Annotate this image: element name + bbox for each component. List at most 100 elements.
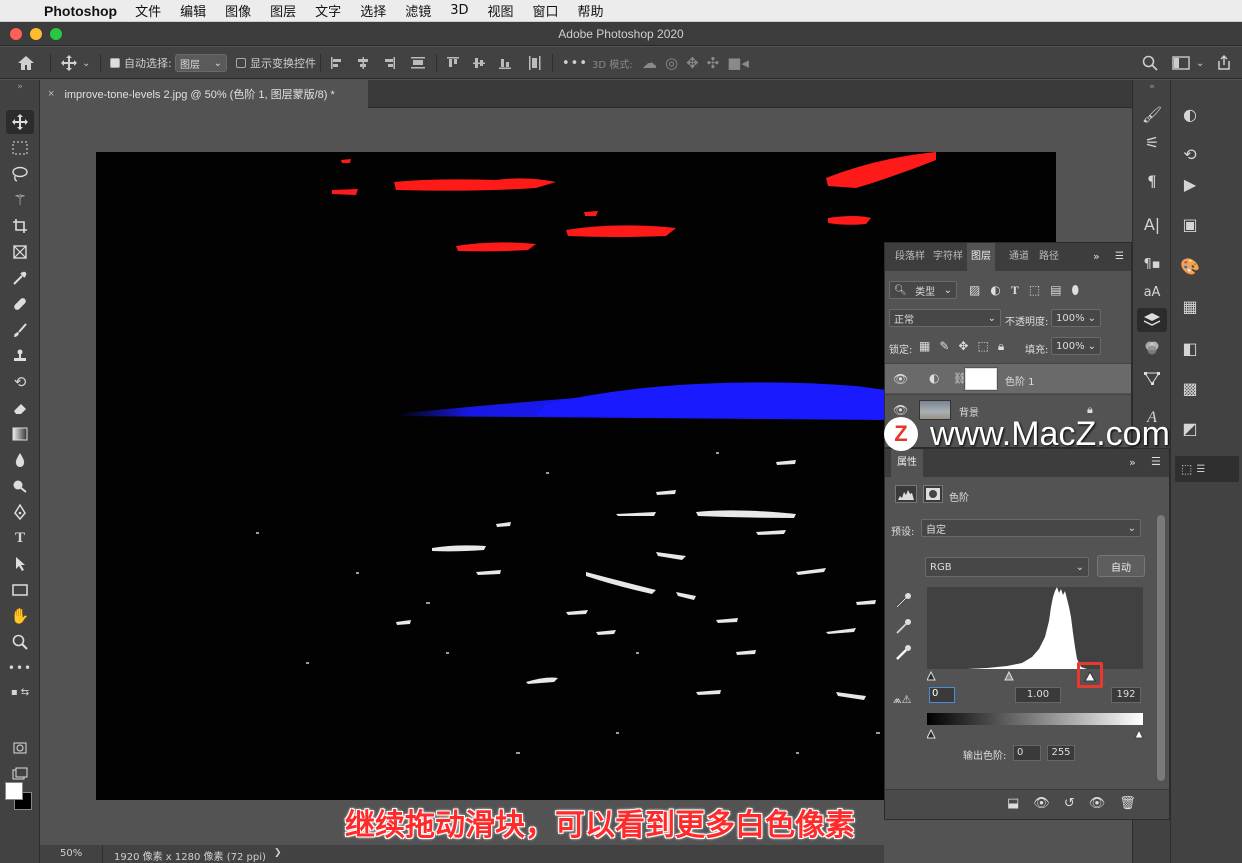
swatches-icon[interactable]: ▦: [1175, 294, 1205, 318]
auto-select-checkbox[interactable]: 自动选择:: [110, 47, 172, 79]
frame-tool-icon[interactable]: [6, 240, 34, 264]
paths-icon[interactable]: [1137, 366, 1167, 390]
libraries-icon[interactable]: ▣: [1175, 212, 1205, 236]
3d-camera-icon[interactable]: ■◂: [727, 54, 749, 72]
hand-tool-icon[interactable]: ✋: [6, 604, 34, 628]
menu-filter[interactable]: 滤镜: [405, 1, 431, 20]
tab-paths[interactable]: 路径: [1035, 243, 1063, 271]
home-icon[interactable]: [16, 47, 36, 79]
delete-adjustment-icon[interactable]: 🗑︎: [1119, 796, 1136, 811]
filter-pixel-icon[interactable]: ▨: [969, 283, 980, 298]
clip-to-layer-icon[interactable]: ⬓: [1007, 796, 1019, 811]
share-icon[interactable]: [1216, 47, 1232, 79]
output-levels-slider[interactable]: [926, 725, 1144, 739]
scrollbar-thumb[interactable]: [1157, 515, 1165, 781]
menu-3d[interactable]: 3D: [450, 3, 468, 18]
panel-overflow-icon[interactable]: »: [1089, 243, 1104, 271]
crop-tool-icon[interactable]: [6, 214, 34, 238]
default-colors-icon[interactable]: ▪ ⇆: [6, 680, 34, 704]
distribute-h-icon[interactable]: [410, 47, 426, 79]
zoom-level[interactable]: 50%: [60, 848, 82, 859]
menu-window[interactable]: 窗口: [533, 1, 559, 20]
tab-layers[interactable]: 图层: [967, 243, 995, 271]
menu-file[interactable]: 文件: [135, 1, 161, 20]
lock-artboard-icon[interactable]: ⬚: [977, 339, 988, 354]
align-left-icon[interactable]: [330, 56, 344, 70]
menu-view[interactable]: 视图: [488, 1, 514, 20]
path-selection-tool-icon[interactable]: [6, 552, 34, 576]
input-gamma-field[interactable]: 1.00: [1015, 687, 1061, 703]
layer-row-levels[interactable]: 👁︎ ◐ ⛓︎ 色阶 1: [885, 363, 1131, 393]
opacity-input[interactable]: 100% ⌄: [1051, 309, 1101, 327]
character-icon[interactable]: A|: [1137, 212, 1167, 236]
menu-type[interactable]: 文字: [315, 1, 341, 20]
show-transform-checkbox[interactable]: 显示变换控件: [236, 47, 316, 79]
history-icon[interactable]: ⟲: [1175, 142, 1205, 166]
lock-all-icon[interactable]: 🔒︎: [998, 339, 1004, 354]
layer-filter-dropdown[interactable]: 🔍︎ 类型 ⌄: [889, 281, 957, 299]
lock-transparent-icon[interactable]: ▦: [919, 339, 930, 354]
output-black-field[interactable]: 0: [1013, 745, 1041, 761]
blur-tool-icon[interactable]: [6, 448, 34, 472]
healing-brush-tool-icon[interactable]: [6, 292, 34, 316]
lock-position-icon[interactable]: ✥: [958, 339, 968, 354]
status-menu-arrow-icon[interactable]: ❯: [274, 848, 282, 858]
reset-adjustment-icon[interactable]: ↺: [1064, 796, 1075, 811]
screen-mode-icon[interactable]: [6, 762, 34, 786]
channels-icon[interactable]: [1137, 336, 1167, 360]
panel-menu-icon[interactable]: ☰: [1111, 243, 1128, 271]
3d-slide-icon[interactable]: ✣: [707, 54, 720, 72]
layer-mask-thumbnail[interactable]: [964, 367, 998, 391]
paragraph-icon[interactable]: ¶: [1137, 170, 1167, 194]
visibility-eye-icon[interactable]: 👁︎: [893, 372, 908, 386]
zoom-tool-icon[interactable]: [6, 630, 34, 654]
fill-input[interactable]: 100% ⌄: [1051, 337, 1101, 355]
tab-character-styles[interactable]: 字符样: [929, 243, 967, 271]
paragraph-styles-icon[interactable]: ¶▪: [1137, 252, 1167, 276]
menu-app-name[interactable]: Photoshop: [44, 3, 117, 19]
menu-help[interactable]: 帮助: [578, 1, 604, 20]
type-tool-icon[interactable]: T: [6, 526, 34, 550]
properties-scrollbar[interactable]: [1157, 515, 1165, 781]
close-window-button[interactable]: [10, 28, 22, 40]
close-tab-icon[interactable]: ×: [48, 88, 54, 100]
3d-roll-icon[interactable]: ◎: [665, 54, 678, 72]
rectangle-tool-icon[interactable]: [6, 578, 34, 602]
collapse-strip-icon[interactable]: «: [1137, 82, 1167, 92]
eraser-tool-icon[interactable]: [6, 396, 34, 420]
align-hcenter-icon[interactable]: [356, 56, 370, 70]
adjustments-icon[interactable]: ◐: [1175, 102, 1205, 126]
align-vcenter-icon[interactable]: [472, 56, 486, 70]
tab-channels[interactable]: 通道: [1005, 243, 1033, 271]
clipping-warning-icon[interactable]: ⩕⚠: [893, 693, 912, 707]
input-black-field[interactable]: 0: [929, 687, 955, 703]
toggle-visibility-icon[interactable]: 👁︎: [1089, 796, 1106, 811]
edit-toolbar-icon[interactable]: •••: [6, 656, 34, 680]
filter-adjustment-icon[interactable]: ◐: [990, 283, 1000, 298]
more-options-button[interactable]: •••: [562, 47, 588, 79]
gradients-icon[interactable]: ◧: [1175, 336, 1205, 360]
blend-mode-dropdown[interactable]: 正常 ⌄: [889, 309, 1001, 327]
actions-play-icon[interactable]: ▶: [1175, 172, 1205, 196]
white-point-eyedropper-icon[interactable]: [895, 643, 913, 665]
gradient-tool-icon[interactable]: [6, 422, 34, 446]
input-levels-slider[interactable]: [927, 669, 1143, 683]
character-styles-icon[interactable]: aA: [1137, 280, 1167, 304]
black-point-eyedropper-icon[interactable]: [895, 591, 913, 613]
brush-settings-icon[interactable]: 🖌: [1137, 102, 1167, 126]
color-palette-icon[interactable]: 🎨: [1175, 254, 1205, 278]
input-white-field[interactable]: 192: [1111, 687, 1141, 703]
auto-select-target-dropdown[interactable]: 图层 ⌄: [175, 54, 227, 72]
layers-panel-icon[interactable]: [1137, 308, 1167, 332]
minimize-window-button[interactable]: [30, 28, 42, 40]
align-top-icon[interactable]: [446, 56, 460, 70]
filter-smart-object-icon[interactable]: ▤: [1050, 283, 1061, 298]
auto-levels-button[interactable]: 自动: [1097, 555, 1145, 577]
filter-type-icon[interactable]: T: [1011, 283, 1019, 298]
mask-icon[interactable]: [923, 485, 943, 503]
3d-orbit-icon[interactable]: ☁: [642, 54, 657, 72]
magic-wand-tool-icon[interactable]: ⚚: [6, 188, 34, 212]
search-icon[interactable]: [1142, 47, 1158, 79]
lock-image-icon[interactable]: ✎: [939, 339, 949, 354]
align-bottom-icon[interactable]: [498, 56, 512, 70]
